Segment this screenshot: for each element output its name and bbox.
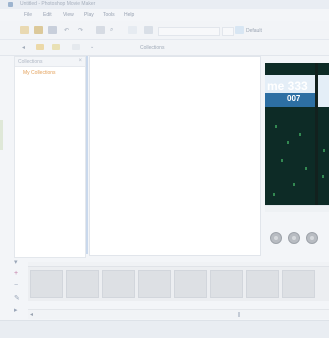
preview-speck (323, 149, 325, 152)
menu-play[interactable]: Play (84, 12, 94, 18)
storyboard-cell[interactable] (138, 270, 171, 298)
zoom-dropdown[interactable] (222, 27, 234, 36)
storyboard-cell[interactable] (282, 270, 315, 298)
collections-icon[interactable] (72, 44, 80, 50)
preview-speck (287, 141, 289, 144)
content-pane[interactable] (89, 56, 261, 256)
title-bar: Untitled - Photoshop Movie Maker (0, 0, 329, 9)
cut-icon[interactable] (128, 26, 137, 34)
new-file-icon[interactable] (20, 26, 29, 34)
print-icon[interactable] (96, 26, 105, 34)
storyboard-cell[interactable] (210, 270, 243, 298)
preview-big-text: me 333 (267, 79, 308, 93)
preview-small-text: 007 (287, 94, 301, 103)
window-edge (0, 120, 3, 150)
menu-help[interactable]: Help (124, 12, 134, 18)
pane-splitter[interactable] (86, 56, 88, 254)
collections-pane: Collections × My Collections (14, 56, 86, 258)
storyboard-cell[interactable] (174, 270, 207, 298)
next-button[interactable] (306, 232, 318, 244)
secondary-toolbar (0, 40, 329, 56)
menu-file[interactable]: File (24, 12, 32, 18)
status-bar (0, 320, 329, 338)
timeline-toggle-icon[interactable]: ▾ (14, 258, 18, 266)
zoom-field[interactable] (158, 27, 220, 36)
save-icon[interactable] (48, 26, 57, 34)
pencil-icon[interactable]: ✎ (14, 294, 20, 302)
collections-header: Collections × (15, 57, 85, 67)
menu-edit[interactable]: Edit (43, 12, 52, 18)
preview-speck (281, 159, 283, 162)
path-label: Collections (140, 45, 165, 51)
play-storyboard-icon[interactable]: ▸ (14, 306, 18, 314)
folder-icon[interactable] (36, 44, 44, 50)
scrollbar-thumb[interactable] (238, 312, 240, 317)
storyboard-cell[interactable] (30, 270, 63, 298)
storyboard-cell[interactable] (66, 270, 99, 298)
close-icon[interactable]: × (78, 58, 82, 64)
scroll-left-icon[interactable]: ◂ (30, 311, 33, 318)
preview-monitor: me 333 007 (265, 63, 329, 205)
undo-icon[interactable]: ↶ (64, 27, 69, 34)
timeline-scrollbar[interactable]: ◂ (28, 309, 329, 319)
back-icon[interactable]: ◂ (22, 44, 25, 51)
zoom-out-icon[interactable]: − (14, 282, 18, 289)
search-icon[interactable]: ⌕ (110, 27, 113, 34)
app-icon (8, 2, 13, 7)
redo-icon[interactable]: ↷ (78, 27, 83, 34)
copy-icon[interactable] (144, 26, 153, 34)
preview-speck (305, 167, 307, 170)
menu-view[interactable]: View (63, 12, 74, 18)
address-sep: ⌄ (90, 44, 95, 50)
preview-speck (322, 175, 324, 178)
preview-speck (273, 193, 275, 196)
preview-divider (315, 63, 318, 205)
open-folder-icon[interactable] (34, 26, 43, 34)
tasks-icon[interactable] (52, 44, 60, 50)
window-title: Untitled - Photoshop Movie Maker (20, 1, 96, 7)
play-button[interactable] (270, 232, 282, 244)
preview-speck (293, 183, 295, 186)
stop-button[interactable] (288, 232, 300, 244)
collections-header-label: Collections (18, 59, 43, 65)
app-window: Untitled - Photoshop Movie Maker File Ed… (0, 0, 329, 338)
storyboard-cell[interactable] (246, 270, 279, 298)
preview-seek-bar[interactable] (265, 205, 329, 212)
collection-item[interactable]: My Collections (23, 70, 56, 76)
preview-speck (275, 125, 277, 128)
preview-speck (299, 133, 301, 136)
zoom-label[interactable]: Default (246, 28, 262, 34)
zoom-icon (235, 26, 244, 34)
storyboard (28, 266, 329, 301)
menu-tools[interactable]: Tools (103, 12, 115, 18)
menu-bar: File Edit View Play Tools Help (0, 9, 329, 20)
zoom-in-icon[interactable]: + (14, 270, 18, 277)
timeline-tools: ▾ + − ✎ ▸ (11, 258, 25, 318)
storyboard-cell[interactable] (102, 270, 135, 298)
